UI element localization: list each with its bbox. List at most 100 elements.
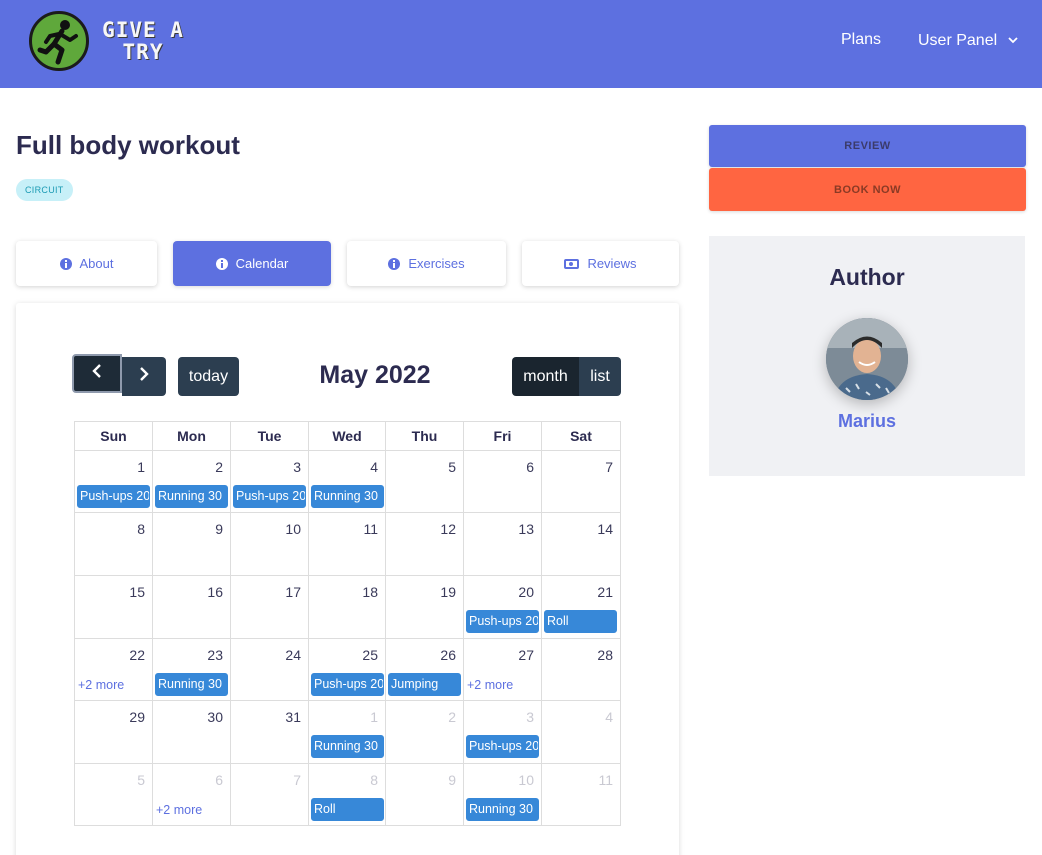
more-events-link[interactable]: +2 more	[78, 678, 124, 692]
day-number[interactable]: 28	[597, 647, 613, 663]
calendar-day-cell[interactable]: 8 Roll	[309, 764, 386, 826]
day-number[interactable]: 6	[215, 772, 223, 788]
calendar-day-cell[interactable]: 11	[309, 513, 386, 576]
day-number[interactable]: 1	[370, 709, 378, 725]
calendar-day-cell[interactable]: 27 +2 more	[464, 639, 542, 701]
calendar-day-cell[interactable]: 23 Running 30	[153, 639, 231, 701]
day-number[interactable]: 22	[129, 647, 145, 663]
day-number[interactable]: 10	[518, 772, 534, 788]
tab-reviews[interactable]: Reviews	[522, 241, 679, 286]
day-number[interactable]: 5	[448, 459, 456, 475]
day-number[interactable]: 31	[285, 709, 301, 725]
calendar-day-cell[interactable]: 6	[464, 451, 542, 513]
calendar-day-cell[interactable]: 2	[386, 701, 464, 764]
day-number[interactable]: 20	[518, 584, 534, 600]
calendar-day-cell[interactable]: 5	[386, 451, 464, 513]
calendar-day-cell[interactable]: 26 Jumping	[386, 639, 464, 701]
nav-user-panel-dropdown[interactable]: User Panel	[918, 31, 1018, 50]
calendar-event[interactable]: Roll	[544, 610, 617, 633]
calendar-event[interactable]: Push-ups 20	[233, 485, 306, 508]
calendar-list-view-button[interactable]: list	[579, 357, 621, 396]
calendar-next-button[interactable]	[122, 357, 166, 396]
calendar-day-cell[interactable]: 7	[231, 764, 309, 826]
day-number[interactable]: 8	[370, 772, 378, 788]
calendar-day-cell[interactable]: 18	[309, 576, 386, 639]
day-number[interactable]: 26	[440, 647, 456, 663]
calendar-day-cell[interactable]: 13	[464, 513, 542, 576]
calendar-day-cell[interactable]: 31	[231, 701, 309, 764]
calendar-event[interactable]: Push-ups 20	[77, 485, 150, 508]
day-number[interactable]: 29	[129, 709, 145, 725]
day-number[interactable]: 9	[215, 521, 223, 537]
calendar-event[interactable]: Running 30	[311, 485, 384, 508]
calendar-day-cell[interactable]: 25 Push-ups 20	[309, 639, 386, 701]
calendar-event[interactable]: Jumping	[388, 673, 461, 696]
calendar-day-cell[interactable]: 21 Roll	[542, 576, 621, 639]
day-number[interactable]: 27	[518, 647, 534, 663]
calendar-day-cell[interactable]: 12	[386, 513, 464, 576]
calendar-day-cell[interactable]: 3 Push-ups 20	[231, 451, 309, 513]
calendar-month-view-button[interactable]: month	[512, 357, 579, 396]
calendar-today-button[interactable]: today	[178, 357, 239, 396]
review-button[interactable]: REVIEW	[709, 125, 1026, 167]
day-number[interactable]: 16	[207, 584, 223, 600]
day-number[interactable]: 21	[597, 584, 613, 600]
tab-about[interactable]: About	[16, 241, 157, 286]
day-number[interactable]: 13	[518, 521, 534, 537]
day-number[interactable]: 7	[605, 459, 613, 475]
calendar-day-cell[interactable]: 6 +2 more	[153, 764, 231, 826]
calendar-day-cell[interactable]: 7	[542, 451, 621, 513]
calendar-day-cell[interactable]: 2 Running 30	[153, 451, 231, 513]
day-number[interactable]: 12	[440, 521, 456, 537]
calendar-day-cell[interactable]: 17	[231, 576, 309, 639]
calendar-day-cell[interactable]: 9	[386, 764, 464, 826]
tab-exercises[interactable]: Exercises	[347, 241, 506, 286]
calendar-day-cell[interactable]: 5	[75, 764, 153, 826]
calendar-event[interactable]: Push-ups 20	[466, 735, 539, 758]
calendar-event[interactable]: Running 30	[466, 798, 539, 821]
book-now-button[interactable]: BOOK NOW	[709, 168, 1026, 211]
calendar-day-cell[interactable]: 22 +2 more	[75, 639, 153, 701]
author-name-link[interactable]: Marius	[709, 411, 1025, 432]
day-number[interactable]: 5	[137, 772, 145, 788]
day-number[interactable]: 11	[598, 772, 613, 788]
calendar-event[interactable]: Push-ups 20	[311, 673, 384, 696]
calendar-day-cell[interactable]: 3 Push-ups 20	[464, 701, 542, 764]
day-number[interactable]: 30	[207, 709, 223, 725]
day-number[interactable]: 3	[526, 709, 534, 725]
calendar-day-cell[interactable]: 10	[231, 513, 309, 576]
calendar-day-cell[interactable]: 4 Running 30	[309, 451, 386, 513]
calendar-day-cell[interactable]: 30	[153, 701, 231, 764]
day-number[interactable]: 17	[285, 584, 301, 600]
calendar-day-cell[interactable]: 4	[542, 701, 621, 764]
day-number[interactable]: 2	[215, 459, 223, 475]
day-number[interactable]: 6	[526, 459, 534, 475]
day-number[interactable]: 9	[448, 772, 456, 788]
day-number[interactable]: 11	[363, 521, 378, 537]
day-number[interactable]: 2	[448, 709, 456, 725]
day-number[interactable]: 4	[370, 459, 378, 475]
day-number[interactable]: 10	[285, 521, 301, 537]
day-number[interactable]: 18	[362, 584, 378, 600]
calendar-day-cell[interactable]: 19	[386, 576, 464, 639]
day-number[interactable]: 14	[597, 521, 613, 537]
logo-text[interactable]: GIVE A TRY	[93, 19, 193, 63]
day-number[interactable]: 1	[137, 459, 145, 475]
calendar-event[interactable]: Running 30	[311, 735, 384, 758]
calendar-day-cell[interactable]: 24	[231, 639, 309, 701]
day-number[interactable]: 15	[129, 584, 145, 600]
calendar-day-cell[interactable]: 11	[542, 764, 621, 826]
day-number[interactable]: 24	[285, 647, 301, 663]
calendar-event[interactable]: Roll	[311, 798, 384, 821]
calendar-day-cell[interactable]: 28	[542, 639, 621, 701]
nav-plans-link[interactable]: Plans	[841, 31, 881, 49]
calendar-prev-button[interactable]	[72, 354, 122, 393]
runner-logo[interactable]	[29, 11, 89, 71]
calendar-day-cell[interactable]: 10 Running 30	[464, 764, 542, 826]
more-events-link[interactable]: +2 more	[156, 803, 202, 817]
day-number[interactable]: 25	[362, 647, 378, 663]
day-number[interactable]: 7	[293, 772, 301, 788]
calendar-event[interactable]: Running 30	[155, 485, 228, 508]
calendar-event[interactable]: Running 30	[155, 673, 228, 696]
tab-calendar[interactable]: Calendar	[173, 241, 331, 286]
